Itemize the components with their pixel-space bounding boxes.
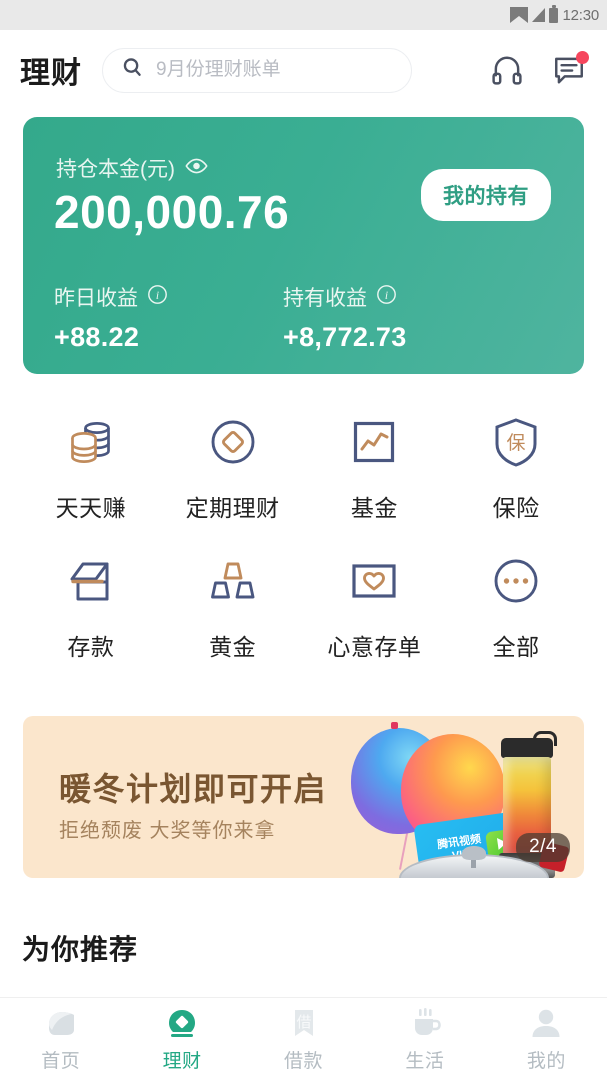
info-icon[interactable]: i (376, 284, 397, 311)
grid-item-label: 天天赚 (55, 495, 127, 521)
bottom-tab-bar: 首页 理财 借 借款 生活 我的 (0, 997, 607, 1080)
chart-frame-icon (345, 413, 403, 476)
grid-item-label: 心意存单 (327, 634, 422, 660)
quick-entry-grid: 天天赚 定期理财 基金 保 保险 存款 黄金 心意存单 全部 (20, 413, 587, 662)
grid-item-cunkuan[interactable]: 存款 (20, 552, 162, 662)
balloon-knot (391, 722, 398, 729)
shield-bao-icon: 保 (487, 413, 545, 476)
svg-text:i: i (156, 289, 159, 301)
life-cup-icon (407, 1006, 443, 1040)
page-title: 理财 (20, 57, 82, 90)
wifi-icon (510, 7, 529, 23)
grid-item-label: 定期理财 (185, 495, 280, 521)
info-icon[interactable]: i (147, 284, 168, 311)
headset-icon[interactable] (489, 52, 525, 88)
grid-item-huangjin[interactable]: 黄金 (162, 552, 304, 662)
header-actions (489, 51, 589, 88)
profile-icon (528, 1006, 564, 1040)
grid-item-xinyicundan[interactable]: 心意存单 (304, 552, 446, 662)
tab-profile[interactable]: 我的 (486, 1006, 607, 1073)
tab-label: 我的 (526, 1050, 566, 1072)
grid-item-label: 全部 (492, 634, 540, 660)
tab-label: 借款 (284, 1050, 324, 1072)
tab-label: 首页 (41, 1050, 81, 1072)
finance-app-screen: 12:30 理财 9月份理财账单 持仓本金(元) 200,000.76 我的持有… (0, 0, 607, 1080)
gold-bars-icon (204, 552, 262, 615)
more-dots-icon (487, 552, 545, 615)
search-input[interactable] (156, 59, 393, 81)
metric-label: 昨日收益 (54, 287, 138, 310)
status-time: 12:30 (562, 6, 599, 24)
blender-lid (501, 731, 557, 758)
grid-item-quanbu[interactable]: 全部 (445, 552, 587, 662)
svg-text:保: 保 (507, 432, 526, 454)
tab-label: 生活 (405, 1050, 445, 1072)
app-header: 理财 (0, 30, 607, 110)
grid-item-baoxian[interactable]: 保 保险 (445, 413, 587, 523)
metric-value: +88.22 (54, 322, 140, 352)
circle-diamond-icon (204, 413, 262, 476)
tab-life[interactable]: 生活 (364, 1006, 485, 1073)
grid-item-tiantianzhuan[interactable]: 天天赚 (20, 413, 162, 523)
finance-icon (164, 1006, 200, 1040)
metric-label: 持有收益 (283, 287, 367, 310)
pot-lid-knob (462, 846, 486, 860)
search-icon (121, 56, 144, 84)
eye-icon[interactable] (185, 156, 208, 180)
tab-finance[interactable]: 理财 (121, 1006, 242, 1073)
grid-item-jijin[interactable]: 基金 (304, 413, 446, 523)
search-bar[interactable] (102, 47, 412, 93)
banner-title: 暖冬计划即可开启 (59, 771, 328, 807)
grid-item-label: 保险 (492, 495, 540, 521)
promo-banner[interactable]: 暖冬计划即可开启 拒绝颓废 大奖等你来拿 腾讯视频 VIP (23, 716, 584, 878)
grid-item-dingqilicai[interactable]: 定期理财 (162, 413, 304, 523)
home-icon (43, 1006, 79, 1040)
tab-home[interactable]: 首页 (0, 1006, 121, 1073)
balance-card[interactable]: 持仓本金(元) 200,000.76 我的持有 昨日收益 i +88.22 持有… (23, 117, 584, 374)
heart-frame-icon (345, 552, 403, 615)
tab-label: 理财 (162, 1050, 202, 1072)
metric-value: +8,772.73 (283, 322, 407, 352)
grid-item-label: 存款 (67, 634, 115, 660)
message-icon[interactable] (551, 51, 589, 88)
card-metrics: 昨日收益 i +88.22 持有收益 i +8,772.73 (54, 282, 407, 353)
banner-pager: 2/4 (516, 833, 570, 862)
coins-icon (62, 413, 120, 476)
tab-loan[interactable]: 借 借款 (243, 1006, 364, 1073)
principal-label-row: 持仓本金(元) (56, 153, 208, 183)
principal-amount: 200,000.76 (54, 186, 290, 238)
principal-label: 持仓本金(元) (56, 158, 175, 181)
battery-icon (549, 4, 559, 23)
loan-icon: 借 (286, 1006, 322, 1040)
metric-yesterday: 昨日收益 i +88.22 (54, 282, 168, 353)
recommend-title: 为你推荐 (22, 934, 139, 965)
metric-holding: 持有收益 i +8,772.73 (283, 282, 407, 353)
svg-text:i: i (385, 289, 388, 301)
grid-item-label: 黄金 (209, 634, 257, 660)
banner-subtitle: 拒绝颓废 大奖等你来拿 (59, 820, 276, 842)
my-holdings-button[interactable]: 我的持有 (421, 169, 551, 221)
message-badge (576, 51, 589, 64)
open-box-icon (62, 552, 120, 615)
svg-text:借: 借 (296, 1014, 311, 1031)
signal-icon (532, 8, 546, 22)
grid-item-label: 基金 (350, 495, 398, 521)
status-bar: 12:30 (0, 0, 607, 30)
